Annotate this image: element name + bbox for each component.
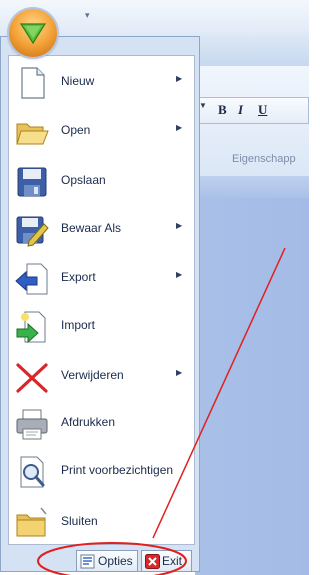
- menu-item-print-voorbezichtigen[interactable]: Print voorbezichtigen: [8, 446, 194, 496]
- menu-item-label: Print voorbezichtigen: [61, 463, 174, 477]
- export-icon: [15, 263, 48, 295]
- ribbon-group-label: Eigenschapp: [232, 153, 296, 165]
- menu-item-label: Import: [61, 318, 96, 332]
- menu-item-label: Opslaan: [61, 173, 106, 187]
- font-format-bar: ▼: [196, 97, 309, 124]
- printer-icon: [16, 409, 48, 440]
- options-button[interactable]: Opties: [76, 550, 138, 572]
- delete-x-icon: [16, 363, 48, 393]
- menu-item-label: Bewaar Als: [61, 221, 122, 235]
- menu-item-open[interactable]: Open ▶: [8, 106, 194, 156]
- menu-item-label: Sluiten: [61, 514, 98, 528]
- menu-item-label: Nieuw: [61, 74, 95, 88]
- menu-item-label: Export: [61, 270, 96, 284]
- submenu-arrow-icon: ▶: [176, 221, 183, 230]
- exit-label: Exit: [162, 554, 183, 568]
- new-document-icon: [21, 67, 45, 99]
- menu-item-bewaar-als[interactable]: Bewaar Als ▶: [8, 204, 194, 254]
- print-preview-icon: [20, 456, 45, 488]
- app-arrow-icon: [20, 23, 46, 44]
- save-as-icon: [16, 216, 49, 247]
- submenu-arrow-icon: ▶: [176, 123, 183, 132]
- bold-button[interactable]: B: [218, 102, 227, 118]
- save-disk-icon: [17, 167, 47, 197]
- menu-item-label: Verwijderen: [61, 368, 124, 382]
- underline-button[interactable]: U: [258, 102, 267, 118]
- exit-button[interactable]: Exit: [141, 550, 192, 572]
- folder-open-icon: [16, 123, 49, 145]
- application-menu-button[interactable]: [9, 9, 57, 57]
- exit-icon: [145, 554, 160, 569]
- import-icon: [16, 311, 46, 344]
- quick-access-dropdown-icon[interactable]: ▾: [85, 10, 90, 21]
- options-icon: [80, 554, 95, 569]
- menu-item-opslaan[interactable]: Opslaan: [8, 156, 194, 206]
- ribbon-tabs: [195, 36, 309, 67]
- menu-item-label: Open: [61, 123, 91, 137]
- menu-item-nieuw[interactable]: Nieuw ▶: [8, 57, 194, 107]
- menu-item-sluiten[interactable]: Sluiten: [8, 497, 194, 547]
- font-dropdown-arrow-icon[interactable]: ▼: [199, 101, 207, 110]
- workspace: [195, 176, 309, 575]
- menu-item-afdrukken[interactable]: Afdrukken: [8, 398, 194, 448]
- menu-item-export[interactable]: Export ▶: [8, 253, 194, 303]
- menu-item-import[interactable]: Import: [8, 301, 194, 351]
- submenu-arrow-icon: ▶: [176, 270, 183, 279]
- menu-item-label: Afdrukken: [61, 415, 116, 429]
- submenu-arrow-icon: ▶: [176, 74, 183, 83]
- italic-button[interactable]: I: [238, 102, 243, 118]
- options-label: Opties: [98, 554, 133, 568]
- menu-item-verwijderen[interactable]: Verwijderen ▶: [8, 351, 194, 401]
- submenu-arrow-icon: ▶: [176, 368, 183, 377]
- workspace-header: [195, 176, 309, 198]
- close-folder-icon: [16, 507, 47, 537]
